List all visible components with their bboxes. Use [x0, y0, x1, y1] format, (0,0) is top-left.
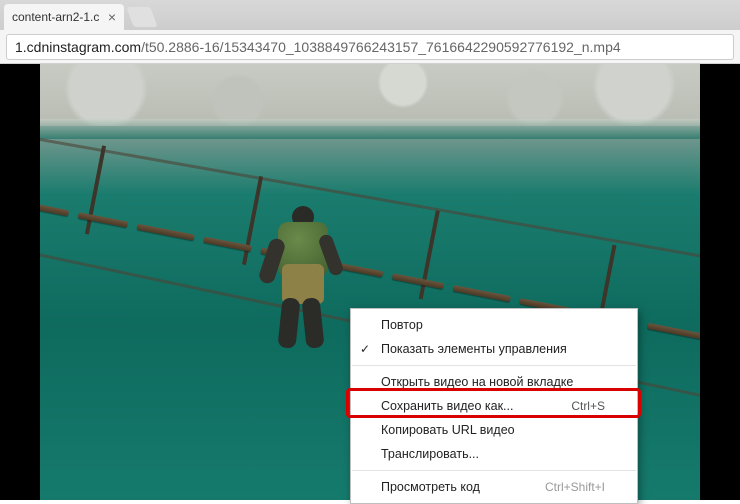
scene-person [250, 204, 350, 354]
ctx-show-controls[interactable]: ✓ Показать элементы управления [351, 337, 637, 361]
ctx-label: Копировать URL видео [381, 423, 515, 437]
ctx-shortcut: Ctrl+Shift+I [545, 480, 605, 494]
ctx-label: Транслировать... [381, 447, 479, 461]
ctx-label: Открыть видео на новой вкладке [381, 375, 573, 389]
ctx-label: Показать элементы управления [381, 342, 567, 356]
ctx-shortcut: Ctrl+S [571, 399, 605, 413]
menu-separator [352, 470, 636, 471]
new-tab-button[interactable] [126, 7, 157, 27]
context-menu: Повтор ✓ Показать элементы управления От… [350, 308, 638, 504]
scene-wateredge [40, 119, 700, 139]
ctx-label: Сохранить видео как... [381, 399, 513, 413]
url-input[interactable]: 1.cdninstagram.com/t50.2886-16/15343470_… [6, 34, 734, 60]
address-bar: 1.cdninstagram.com/t50.2886-16/15343470_… [0, 30, 740, 64]
ctx-loop[interactable]: Повтор [351, 313, 637, 337]
url-path: /t50.2886-16/15343470_1038849766243157_7… [141, 39, 621, 55]
scene-shore [40, 64, 700, 126]
ctx-cast[interactable]: Транслировать... [351, 442, 637, 466]
ctx-label: Повтор [381, 318, 423, 332]
url-host: 1.cdninstagram.com [15, 39, 141, 55]
ctx-inspect[interactable]: Просмотреть код Ctrl+Shift+I [351, 475, 637, 499]
ctx-open-new-tab[interactable]: Открыть видео на новой вкладке [351, 370, 637, 394]
ctx-save-as[interactable]: Сохранить видео как... Ctrl+S [351, 394, 637, 418]
video-viewport: Повтор ✓ Показать элементы управления От… [0, 64, 740, 500]
tab-bar: content-arn2-1.c × [0, 0, 740, 30]
menu-separator [352, 365, 636, 366]
check-icon: ✓ [360, 342, 370, 356]
tab-title: content-arn2-1.c [12, 10, 104, 24]
browser-tab[interactable]: content-arn2-1.c × [4, 4, 124, 30]
ctx-label: Просмотреть код [381, 480, 480, 494]
close-icon[interactable]: × [108, 10, 116, 24]
ctx-copy-url[interactable]: Копировать URL видео [351, 418, 637, 442]
